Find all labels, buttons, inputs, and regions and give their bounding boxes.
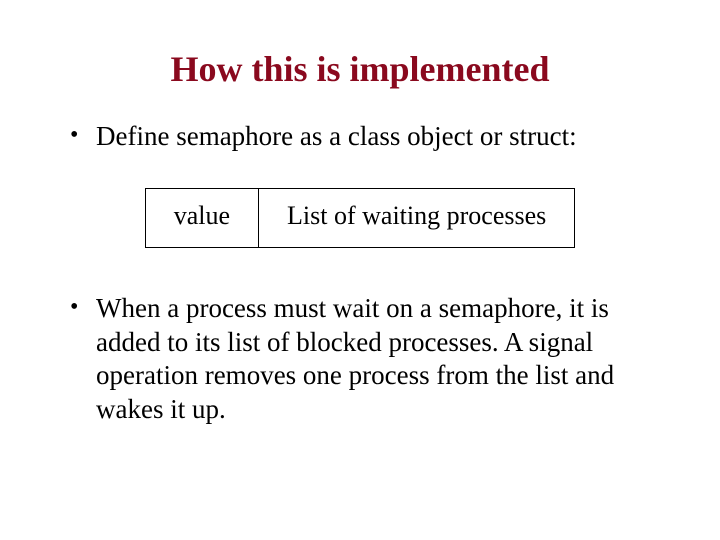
struct-cell-list: List of waiting processes — [259, 188, 575, 248]
bullet-list: Define semaphore as a class object or st… — [0, 120, 720, 154]
struct-diagram: value List of waiting processes — [0, 188, 720, 248]
struct-cell-value: value — [145, 188, 259, 248]
struct-table: value List of waiting processes — [145, 188, 576, 248]
slide-title: How this is implemented — [0, 48, 720, 90]
bullet-item: When a process must wait on a semaphore,… — [70, 292, 660, 427]
bullet-list: When a process must wait on a semaphore,… — [0, 292, 720, 427]
slide: How this is implemented Define semaphore… — [0, 0, 720, 540]
bullet-item: Define semaphore as a class object or st… — [70, 120, 660, 154]
